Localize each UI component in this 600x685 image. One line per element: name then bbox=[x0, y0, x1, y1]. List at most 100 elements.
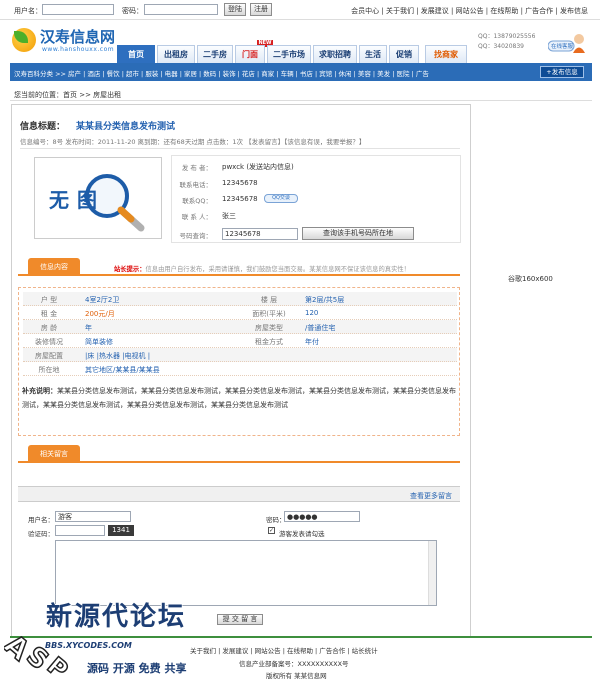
contact-box: 发 布 者： pwxck (发送站内信息) 联系电话： 12345678 联系Q… bbox=[171, 155, 461, 243]
details-table: 户 型 4室2厅2卫 楼 层 第2层/共5层 租 金 200元/月 面积(平米)… bbox=[18, 287, 460, 436]
divider bbox=[20, 148, 460, 149]
table-row: 装修情况 简单装修 租金方式 年付 bbox=[23, 334, 457, 348]
view-more-comments-link[interactable]: 查看更多留言 bbox=[410, 491, 452, 501]
note-label: 补充说明： bbox=[22, 387, 57, 395]
comment-pass-input[interactable]: ●●●●● bbox=[284, 511, 360, 522]
comments-tab-bar: 相关留言 bbox=[18, 445, 460, 463]
divider bbox=[10, 100, 592, 101]
listing-title: 某某县分类信息发布测试 bbox=[76, 122, 176, 132]
online-service[interactable]: 在线客服 bbox=[547, 33, 586, 55]
cell-value: 120 bbox=[305, 309, 319, 317]
comments-header: 查看更多留言 bbox=[18, 486, 460, 502]
cell-value: 4室2厅2卫 bbox=[85, 296, 120, 304]
publisher-label: 发 布 者： bbox=[181, 164, 212, 172]
qq-value: 12345678 bbox=[222, 195, 258, 203]
nav-life[interactable]: 生活 bbox=[359, 45, 387, 63]
qq-line-1: QQ：13879025556 bbox=[478, 33, 536, 40]
post-info-button[interactable]: +发布信息 bbox=[540, 66, 584, 78]
table-row: 所在地 其它地区/某某县/某某县 bbox=[23, 362, 457, 376]
table-row: 租 金 200元/月 面积(平米) 120 bbox=[23, 306, 457, 320]
contact-person-label: 联 系 人： bbox=[181, 213, 212, 221]
listing-meta: 信息编号：8号 发布时间：2011-11-20 离到期：还有68天过期 点击数：… bbox=[20, 138, 366, 146]
cell-label: 楼 层 bbox=[260, 296, 278, 304]
nav-secondhand-market[interactable]: 二手市场 bbox=[267, 45, 311, 63]
phone-value: 12345678 bbox=[222, 179, 258, 187]
top-password-input[interactable] bbox=[144, 4, 218, 15]
table-row: 房屋配置 |床 |热水器 |电视机 | bbox=[23, 348, 457, 362]
cell-label: 所在地 bbox=[38, 366, 60, 374]
cell-value: 其它地区/某某县/某某县 bbox=[85, 366, 160, 374]
watermark-title: 新源代论坛 bbox=[46, 602, 187, 632]
cell-value: 年付 bbox=[305, 338, 319, 346]
category-links[interactable]: 汉寿百科分类 >> 房产 | 酒店 | 餐饮 | 超市 | 服装 | 电器 | … bbox=[14, 68, 429, 78]
cell-value: /普通住宅 bbox=[305, 324, 336, 332]
submit-comment-button[interactable]: 提 交 留 言 bbox=[217, 614, 263, 625]
service-label: 在线客服 bbox=[551, 44, 574, 50]
lookup-label: 号码查询： bbox=[179, 232, 213, 240]
comment-user-input[interactable]: 游客 bbox=[55, 511, 131, 522]
supplementary-note: 补充说明：某某县分类信息发布测试，某某县分类信息发布测试，某某县分类信息发布测试… bbox=[22, 384, 458, 412]
ad-slot[interactable]: 谷歌160x600 bbox=[508, 274, 553, 284]
table-row: 户 型 4室2厅2卫 楼 层 第2层/共5层 bbox=[23, 292, 457, 306]
phone-lookup-input[interactable]: 12345678 bbox=[222, 228, 298, 240]
cell-label: 房 龄 bbox=[40, 324, 58, 332]
nav-jobs[interactable]: 求职招聘 bbox=[313, 45, 357, 63]
site-logo[interactable]: 汉寿信息网 bbox=[40, 26, 115, 47]
table-row: 房 龄 年 房屋类型 /普通住宅 bbox=[23, 320, 457, 334]
contact-person-value: 张三 bbox=[222, 212, 236, 220]
cell-label: 户 型 bbox=[40, 296, 58, 304]
nav-home[interactable]: 首页 bbox=[117, 45, 155, 63]
cell-label: 房屋类型 bbox=[255, 324, 283, 332]
cell-label: 租 金 bbox=[40, 310, 58, 318]
webmaster-notice: 站长提示：信息由用户自行发布，采用请谨慎，我们鼓励您当面交易。某某信息网不保证该… bbox=[114, 264, 410, 273]
top-links[interactable]: 会员中心 | 关于我们 | 发展建议 | 网站公告 | 在线帮助 | 广告合作 … bbox=[351, 6, 588, 16]
cell-value: 年 bbox=[85, 324, 92, 332]
rent-value: 200元/月 bbox=[85, 310, 115, 318]
captcha-label: 验证码： bbox=[28, 530, 54, 538]
no-image-text: 无图 bbox=[49, 188, 105, 212]
login-button[interactable]: 登陆 bbox=[224, 3, 246, 16]
watermark-url: BBS.XYCODES.COM bbox=[45, 641, 132, 650]
notice-head: 站长提示： bbox=[114, 266, 146, 273]
guest-checkbox-label: 游客发表请勾选 bbox=[279, 530, 325, 538]
scrollbar[interactable] bbox=[428, 541, 436, 605]
top-username-input[interactable] bbox=[42, 4, 114, 15]
comment-user-label: 用户名： bbox=[28, 516, 54, 524]
nav-rent[interactable]: 出租房 bbox=[157, 45, 195, 63]
comment-pass-label: 密码： bbox=[266, 516, 286, 524]
phone-lookup-button[interactable]: 查询该手机号码所在地 bbox=[302, 227, 414, 240]
register-button[interactable]: 注册 bbox=[250, 3, 272, 16]
footer-divider bbox=[10, 636, 592, 638]
notice-text: 信息由用户自行发布，采用请谨慎，我们鼓励您当面交易。某某信息网不保证该信息的真实… bbox=[145, 266, 410, 273]
captcha-input[interactable] bbox=[55, 525, 105, 536]
nav-secondhand-house[interactable]: 二手房 bbox=[197, 45, 233, 63]
publisher-value[interactable]: pwxck (发送站内信息) bbox=[222, 162, 294, 172]
password-label: 密码： bbox=[122, 7, 143, 15]
icp-record: 信息产业部备案号：XXXXXXXXXX号 bbox=[239, 660, 349, 668]
cell-label: 装修情况 bbox=[35, 338, 63, 346]
cell-value: 第2层/共5层 bbox=[305, 296, 345, 304]
footer-links[interactable]: 关于我们 | 发展建议 | 网站公告 | 在线帮助 | 广告合作 | 站长统计 bbox=[190, 645, 378, 655]
nav-promo[interactable]: 促销 bbox=[389, 45, 419, 63]
cell-label: 租金方式 bbox=[255, 338, 283, 346]
tab-detail[interactable]: 信息内容 bbox=[28, 258, 80, 276]
captcha-image[interactable]: 1341 bbox=[108, 525, 134, 536]
cell-value: |床 |热水器 |电视机 | bbox=[85, 352, 151, 360]
nav-find-merchants[interactable]: 找商家 bbox=[425, 45, 467, 63]
nav-storefront[interactable]: 门面 bbox=[235, 45, 265, 63]
breadcrumb[interactable]: 您当前的位置：首页 >> 房屋出租 bbox=[14, 90, 121, 100]
phone-label: 联系电话： bbox=[179, 181, 213, 189]
tab-comments[interactable]: 相关留言 bbox=[28, 445, 80, 463]
category-bar: 汉寿百科分类 >> 房产 | 酒店 | 餐饮 | 超市 | 服装 | 电器 | … bbox=[10, 63, 592, 81]
title-label: 信息标题： bbox=[20, 122, 66, 132]
cell-label: 面积(平米) bbox=[252, 310, 286, 318]
guest-checkbox[interactable]: ✓ bbox=[268, 527, 275, 534]
qq-label: 联系QQ： bbox=[182, 197, 212, 205]
qq-chat-button[interactable]: QQ交谈 bbox=[264, 194, 298, 203]
cell-label: 房屋配置 bbox=[35, 352, 63, 360]
listing-photo: 无图 bbox=[34, 157, 162, 239]
logo-url: www.hanshouxx.com bbox=[42, 46, 115, 53]
note-text: 某某县分类信息发布测试，某某县分类信息发布测试，某某县分类信息发布测试，某某县分… bbox=[22, 387, 456, 409]
qq-line-2: QQ：34020839 bbox=[478, 43, 524, 50]
username-label: 用户名： bbox=[14, 7, 42, 15]
